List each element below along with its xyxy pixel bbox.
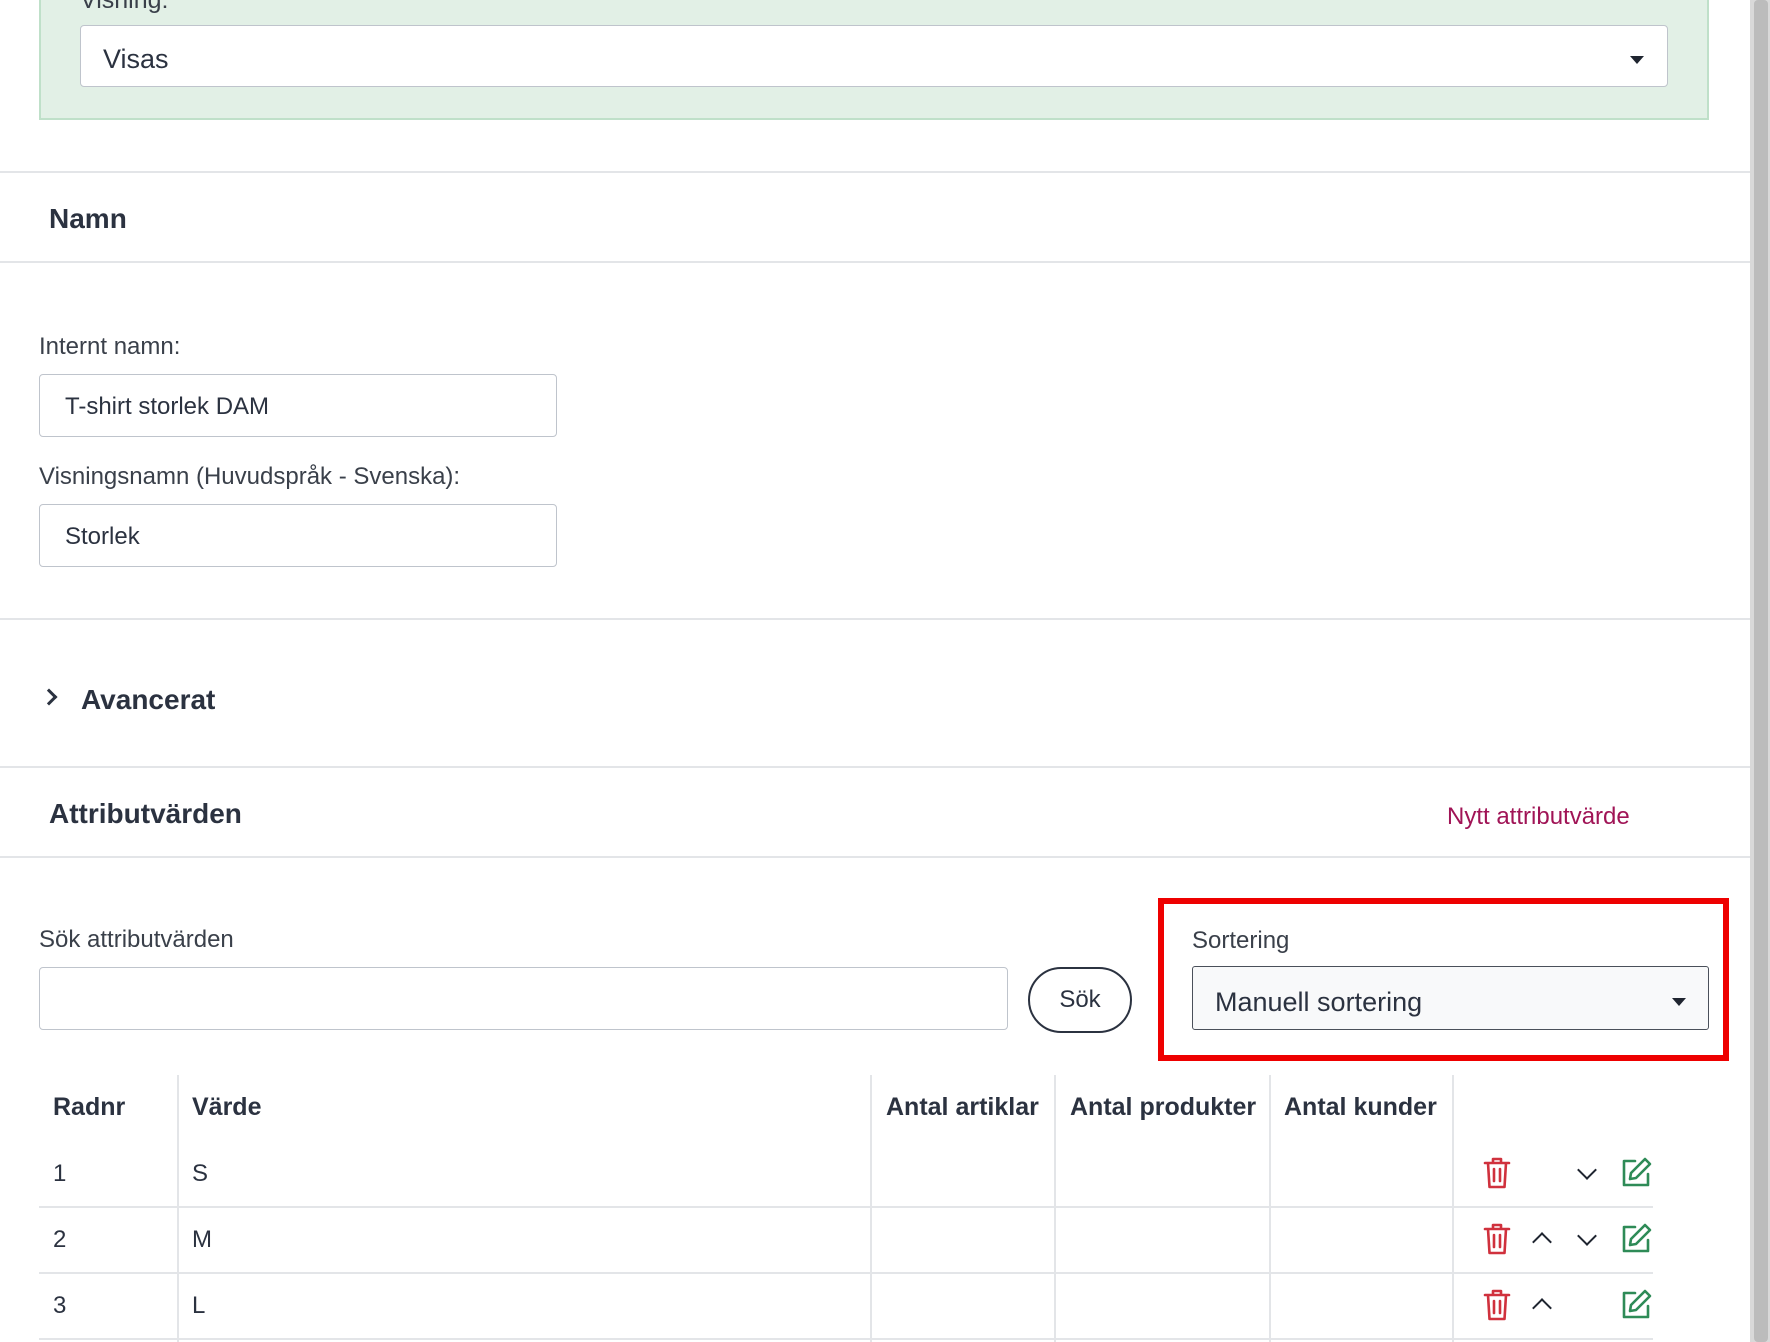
column-divider xyxy=(1452,1075,1454,1342)
internal-name-input[interactable]: T-shirt storlek DAM xyxy=(39,374,557,437)
divider xyxy=(0,856,1750,858)
display-name-label: Visningsnamn (Huvudspråk - Svenska): xyxy=(39,463,461,490)
sort-label: Sortering xyxy=(1192,927,1290,954)
search-input[interactable] xyxy=(39,967,1008,1030)
avancerat-title: Avancerat xyxy=(81,684,216,715)
row-varde: S xyxy=(192,1160,209,1187)
sort-select[interactable]: Manuell sortering xyxy=(1192,966,1709,1030)
display-name-value: Storlek xyxy=(65,523,140,550)
row-radnr: 3 xyxy=(53,1292,67,1319)
edit-icon[interactable] xyxy=(1619,1288,1653,1322)
chevron-up-icon[interactable] xyxy=(1532,1298,1552,1318)
internal-name-value: T-shirt storlek DAM xyxy=(65,393,270,420)
row-varde: M xyxy=(192,1226,212,1253)
row-radnr: 1 xyxy=(53,1160,67,1187)
visning-label: Visning: xyxy=(80,0,169,14)
row-radnr: 2 xyxy=(53,1226,67,1253)
row-divider xyxy=(39,1338,1653,1340)
divider xyxy=(0,618,1750,620)
row-divider xyxy=(39,1272,1653,1274)
column-divider xyxy=(177,1075,179,1342)
visning-selected-value: Visas xyxy=(103,44,169,74)
edit-icon[interactable] xyxy=(1619,1156,1653,1190)
scrollbar-thumb[interactable] xyxy=(1754,0,1768,1342)
avancerat-toggle[interactable]: Avancerat xyxy=(39,674,299,724)
section-title-namn: Namn xyxy=(49,203,127,234)
chevron-down-icon[interactable] xyxy=(1577,1160,1597,1180)
chevron-right-icon xyxy=(40,688,58,706)
trash-icon[interactable] xyxy=(1482,1156,1512,1190)
column-header-varde: Värde xyxy=(192,1093,262,1121)
chevron-up-icon[interactable] xyxy=(1532,1232,1552,1252)
column-header-antal-artiklar: Antal artiklar xyxy=(886,1093,1039,1121)
sort-selected-value: Manuell sortering xyxy=(1215,987,1423,1017)
search-button[interactable]: Sök xyxy=(1028,967,1132,1033)
display-name-input[interactable]: Storlek xyxy=(39,504,557,567)
internal-name-label: Internt namn: xyxy=(39,333,181,360)
chevron-down-icon[interactable] xyxy=(1577,1226,1597,1246)
column-header-radnr: Radnr xyxy=(53,1093,126,1121)
section-title-attributvarden: Attributvärden xyxy=(49,798,242,829)
trash-icon[interactable] xyxy=(1482,1288,1512,1322)
row-varde: L xyxy=(192,1292,206,1319)
edit-icon[interactable] xyxy=(1619,1222,1653,1256)
column-header-antal-produkter: Antal produkter xyxy=(1070,1093,1257,1121)
visning-select[interactable]: Visas xyxy=(80,25,1668,87)
column-header-antal-kunder: Antal kunder xyxy=(1284,1093,1437,1121)
new-attribute-value-link[interactable]: Nytt attributvärde xyxy=(1447,803,1630,831)
page-scrollbar[interactable] xyxy=(1750,0,1770,1342)
caret-down-icon xyxy=(1630,56,1644,64)
trash-icon[interactable] xyxy=(1482,1222,1512,1256)
column-divider xyxy=(1054,1075,1056,1342)
column-divider xyxy=(870,1075,872,1342)
caret-down-icon xyxy=(1672,998,1686,1006)
column-divider xyxy=(1269,1075,1271,1342)
divider xyxy=(0,171,1750,173)
row-divider xyxy=(39,1206,1653,1208)
search-label: Sök attributvärden xyxy=(39,926,234,953)
divider xyxy=(0,766,1750,768)
divider xyxy=(0,261,1750,263)
